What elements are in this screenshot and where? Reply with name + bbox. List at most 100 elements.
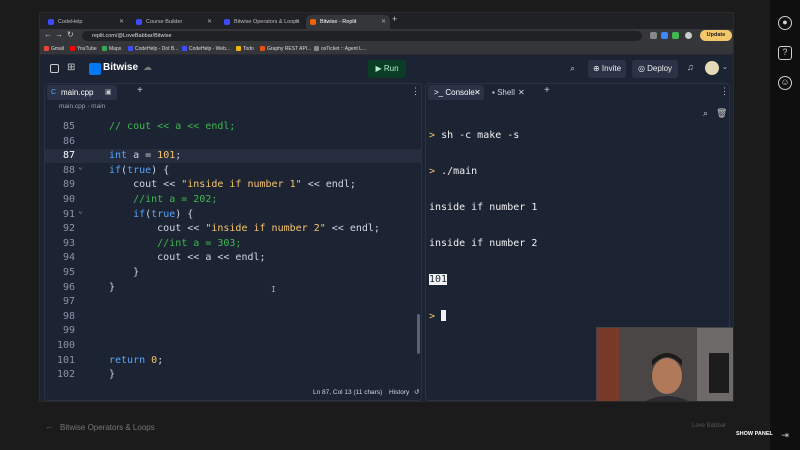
back-icon[interactable]: ← bbox=[44, 30, 52, 39]
bookmark-item[interactable]: CodeHelp - Web... bbox=[182, 43, 230, 55]
project-name[interactable]: Bitwise bbox=[103, 62, 138, 73]
line-number: 100 bbox=[56, 340, 75, 351]
editor-scrollbar[interactable] bbox=[417, 314, 420, 354]
fold-chevron-icon[interactable]: ⌄ bbox=[78, 206, 83, 215]
code-line[interactable]: 92 cout << "inside if number 2" << endl; bbox=[45, 222, 421, 236]
line-number: 102 bbox=[56, 369, 75, 381]
show-panel-button[interactable]: SHOW PANEL bbox=[736, 431, 773, 437]
tab-console[interactable]: >_ Console ✕ bbox=[428, 85, 484, 100]
graphy-icon bbox=[260, 46, 265, 51]
close-tab-icon[interactable]: ✕ bbox=[119, 15, 124, 29]
bookmark-item[interactable]: YouTube bbox=[70, 43, 97, 55]
new-tab-icon[interactable]: + bbox=[544, 85, 550, 96]
codehelp-icon bbox=[128, 46, 133, 51]
close-tab-icon[interactable]: ✕ bbox=[381, 15, 386, 29]
code-line[interactable]: 96} bbox=[45, 281, 421, 295]
extension-icon[interactable] bbox=[672, 32, 679, 39]
extension-icon[interactable] bbox=[650, 32, 657, 39]
search-icon[interactable]: ⌕ bbox=[570, 63, 575, 74]
reload-icon[interactable]: ↻ bbox=[67, 30, 74, 39]
code-line[interactable]: 94 cout << a << endl; bbox=[45, 251, 421, 265]
update-button[interactable]: Update bbox=[700, 30, 732, 41]
code-line[interactable]: 87 int a = 101; bbox=[45, 149, 421, 164]
code-line[interactable]: 86 bbox=[45, 135, 421, 149]
code-line[interactable]: 101 return 0; bbox=[45, 354, 421, 368]
codehelp-icon bbox=[182, 46, 187, 51]
line-number: 87 bbox=[62, 150, 75, 162]
bookmark-item[interactable]: Todo bbox=[236, 43, 254, 55]
avatar-icon[interactable] bbox=[685, 32, 692, 39]
bookmark-item[interactable]: osTicket :: Agent L... bbox=[314, 43, 366, 55]
deploy-button[interactable]: ◎ Deploy bbox=[632, 60, 678, 78]
code-line[interactable]: 89 cout << "inside if number 1" << endl; bbox=[45, 178, 421, 192]
new-tab-icon[interactable]: + bbox=[392, 14, 397, 24]
console-output[interactable]: > sh -c make -s > ./main inside if numbe… bbox=[429, 106, 709, 347]
youtube-icon bbox=[70, 46, 75, 51]
close-tab-icon[interactable]: ▣ bbox=[105, 85, 112, 100]
code-line[interactable]: 91 if(true) {⌄ bbox=[45, 206, 421, 222]
extension-icon[interactable] bbox=[661, 32, 668, 39]
code-line[interactable]: 95 } bbox=[45, 266, 421, 280]
console-line: > bbox=[429, 310, 709, 323]
code-line[interactable]: 93 //int a = 303; bbox=[45, 237, 421, 251]
address-bar-row: ← → ↻ replit.com/@LoveBabbar/Bitwise Upd… bbox=[40, 29, 733, 43]
close-tab-icon[interactable]: ✕ bbox=[518, 85, 525, 100]
line-number: 88 bbox=[62, 164, 75, 176]
help-icon[interactable]: ? bbox=[778, 46, 792, 60]
tab-shell[interactable]: ▪ Shell ✕ bbox=[488, 85, 530, 100]
avatar[interactable] bbox=[705, 61, 719, 75]
code-line[interactable]: 85 // cout << a << endl; bbox=[45, 120, 421, 134]
line-number: 94 bbox=[62, 252, 75, 264]
bookmark-item[interactable]: CodeHelp - Dot B... bbox=[128, 43, 178, 55]
logout-icon[interactable]: ⇥ bbox=[778, 430, 792, 444]
sidebar-toggle-icon[interactable] bbox=[50, 64, 59, 73]
more-options-icon[interactable]: ⋮ bbox=[411, 86, 420, 97]
code-line[interactable]: 99 bbox=[45, 324, 421, 338]
close-tab-icon[interactable]: ✕ bbox=[474, 85, 481, 100]
code-line[interactable]: 97 bbox=[45, 295, 421, 309]
code-text: int a = 101; bbox=[109, 150, 182, 162]
line-number: 96 bbox=[62, 281, 75, 293]
code-line[interactable]: 90 //int a = 202; bbox=[45, 193, 421, 207]
replit-favicon-icon bbox=[310, 19, 316, 25]
bell-icon[interactable]: ♫ bbox=[687, 62, 694, 72]
bookmark-item[interactable]: Maps bbox=[102, 43, 121, 55]
invite-button[interactable]: ⊕ Invite bbox=[588, 60, 626, 78]
new-tab-icon[interactable]: + bbox=[137, 85, 143, 96]
chat-icon[interactable]: ● bbox=[778, 16, 792, 30]
browser-tab-replit[interactable]: Bitwise - Replit ✕ bbox=[306, 15, 390, 29]
presenter-video-icon bbox=[597, 328, 733, 401]
trash-icon[interactable]: 🗑 bbox=[716, 108, 727, 119]
gmail-icon bbox=[44, 46, 49, 51]
chevron-down-icon[interactable]: ⌄ bbox=[722, 63, 728, 71]
bookmark-item[interactable]: Gmail bbox=[44, 43, 64, 55]
fold-chevron-icon[interactable]: ⌄ bbox=[78, 162, 83, 171]
favicon-icon bbox=[136, 19, 142, 25]
back-arrow-icon[interactable]: ← bbox=[45, 421, 54, 431]
forward-icon[interactable]: → bbox=[55, 30, 63, 39]
browser-tab-bitwise-operators[interactable]: Bitwise Operators & Loops ✕ bbox=[220, 15, 304, 29]
editor-tab-bar: C main.cpp ▣ + ⋮ bbox=[45, 84, 421, 101]
code-line[interactable]: 100 bbox=[45, 339, 421, 353]
browser-tab-course-builder[interactable]: Course Builder ✕ bbox=[132, 15, 216, 29]
close-tab-icon[interactable]: ✕ bbox=[207, 15, 212, 29]
history-button[interactable]: History bbox=[389, 386, 409, 400]
replit-menu-icon[interactable]: ⊞ bbox=[67, 62, 75, 73]
code-text: } bbox=[109, 281, 116, 293]
code-text: if(true) { bbox=[109, 164, 170, 176]
close-tab-icon[interactable]: ✕ bbox=[295, 15, 300, 29]
browser-tab-codehelp[interactable]: CodeHelp ✕ bbox=[44, 15, 128, 29]
tab-main-cpp[interactable]: C main.cpp ▣ bbox=[47, 85, 117, 100]
more-options-icon[interactable]: ⋮ bbox=[720, 86, 729, 97]
code-line[interactable]: 102} bbox=[45, 368, 421, 382]
code-line[interactable]: 88 if(true) { ⌄ bbox=[45, 162, 421, 178]
code-editor[interactable]: 85// cout << a << endl; 86 87 int a = 101; 8… bbox=[45, 120, 421, 382]
presenter-name: Love Babbar bbox=[692, 423, 727, 429]
line-number: 91 bbox=[62, 208, 75, 220]
url-field[interactable]: replit.com/@LoveBabbar/Bitwise bbox=[82, 31, 642, 41]
bookmark-item[interactable]: Graphy REST API... bbox=[260, 43, 311, 55]
profile-icon[interactable]: ☺ bbox=[778, 76, 792, 90]
browser-window: CodeHelp ✕ Course Builder ✕ Bitwise Operat… bbox=[39, 12, 734, 402]
run-button[interactable]: ▶ Run bbox=[368, 60, 406, 78]
code-line[interactable]: 98 bbox=[45, 310, 421, 324]
